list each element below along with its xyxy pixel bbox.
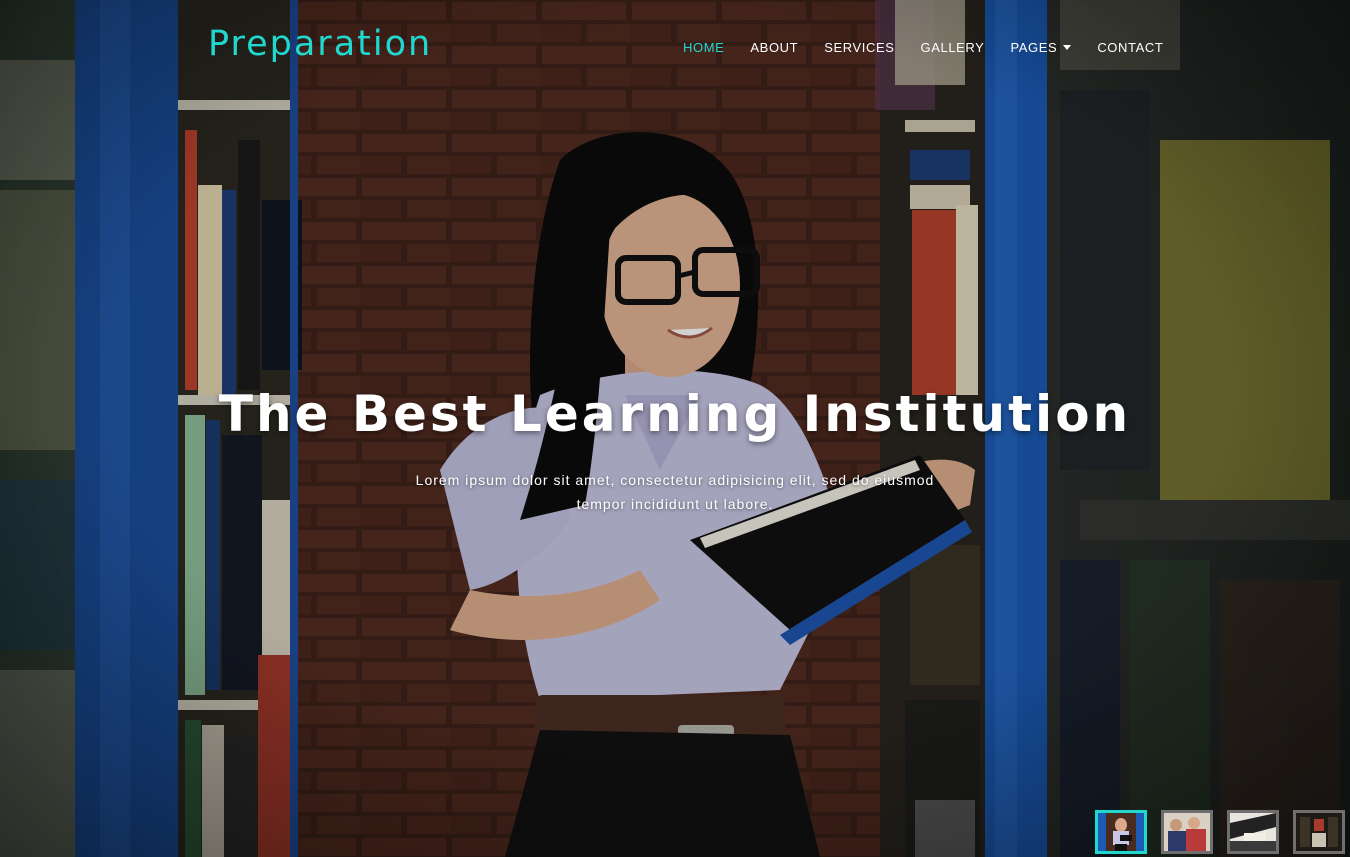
main-nav: HOME ABOUT SERVICES GALLERY PAGES CONTAC… (683, 40, 1189, 55)
hero-subtitle-line-1: Lorem ipsum dolor sit amet, consectetur … (415, 472, 935, 488)
library-thumb-image (1296, 813, 1342, 851)
slider-thumbnails (1095, 810, 1350, 854)
slide-thumbnail-3[interactable] (1227, 810, 1279, 854)
hero-section: Preparation HOME ABOUT SERVICES GALLERY … (0, 0, 1350, 857)
caret-down-icon (1063, 45, 1072, 50)
nav-pages-dropdown[interactable]: PAGES (1010, 40, 1072, 55)
slide-thumbnail-2[interactable] (1161, 810, 1213, 854)
nav-contact[interactable]: CONTACT (1097, 40, 1163, 55)
slide-thumbnail-1[interactable] (1095, 810, 1147, 854)
writing-thumb-image (1230, 813, 1276, 851)
students-group-thumb-image (1164, 813, 1210, 851)
nav-pages-label: PAGES (1010, 40, 1058, 55)
slide-thumbnail-4[interactable] (1293, 810, 1345, 854)
hero-title: The Best Learning Institution (218, 385, 1132, 443)
nav-gallery[interactable]: GALLERY (921, 40, 985, 55)
hero-subtitle: Lorem ipsum dolor sit amet, consectetur … (375, 468, 975, 516)
nav-home[interactable]: HOME (683, 40, 724, 55)
hero-subtitle-line-2: tempor incididunt ut labore. (576, 496, 774, 512)
brand-logo[interactable]: Preparation (208, 24, 432, 64)
nav-about[interactable]: ABOUT (750, 40, 798, 55)
student-reading-thumb-image (1098, 813, 1144, 851)
nav-services[interactable]: SERVICES (824, 40, 894, 55)
